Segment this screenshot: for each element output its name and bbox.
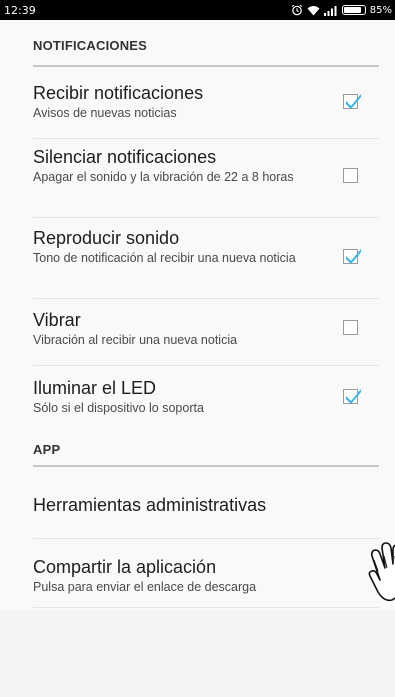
pref-title: Iluminar el LED — [33, 378, 157, 398]
checkmark-icon — [346, 94, 361, 109]
hand-pointer-icon — [368, 542, 395, 602]
battery-percent: 85% — [369, 4, 392, 16]
divider — [33, 298, 379, 299]
settings-screen: 12:39 85% NOTIFICACIONES Recibir notific… — [0, 0, 395, 697]
empty-area — [0, 610, 395, 697]
checkbox-reproducir-sonido[interactable] — [343, 249, 361, 264]
status-time: 12:39 — [4, 4, 36, 17]
checkmark-icon — [346, 389, 361, 404]
checkbox-silenciar-notificaciones[interactable] — [343, 168, 358, 183]
wifi-icon — [307, 5, 320, 15]
status-icons: 85% — [291, 2, 392, 18]
battery-icon — [341, 5, 366, 15]
pref-summary: Sólo si el dispositivo lo soporta — [33, 401, 204, 415]
pref-title: Herramientas administrativas — [33, 495, 267, 515]
pref-summary: Avisos de nuevas noticias — [33, 106, 177, 120]
section-header-app: APP — [33, 442, 379, 467]
pref-summary: Apagar el sonido y la vibración de 22 a … — [33, 170, 294, 184]
pref-summary: Pulsa para enviar el enlace de descarga — [33, 580, 257, 594]
pref-vibrar[interactable]: Vibrar Vibración al recibir una nueva no… — [33, 309, 379, 364]
pref-title: Compartir la aplicación — [33, 557, 217, 577]
checkbox-vibrar[interactable] — [343, 320, 358, 335]
pref-summary: Vibración al recibir una nueva noticia — [33, 333, 238, 347]
section-header-label: APP — [33, 442, 61, 457]
pref-title: Vibrar — [33, 310, 81, 330]
divider — [33, 217, 379, 218]
pref-summary: Tono de notificación al recibir una nuev… — [33, 251, 296, 265]
divider — [33, 365, 379, 366]
pref-title: Reproducir sonido — [33, 228, 180, 248]
divider — [33, 138, 379, 139]
pref-compartir-aplicacion[interactable]: Compartir la aplicación Pulsa para envia… — [33, 556, 379, 606]
pref-iluminar-led[interactable]: Iluminar el LED Sólo si el dispositivo l… — [33, 377, 379, 427]
pref-recibir-notificaciones[interactable]: Recibir notificaciones Avisos de nuevas … — [33, 82, 379, 137]
pref-silenciar-notificaciones[interactable]: Silenciar notificaciones Apagar el sonid… — [33, 146, 379, 216]
status-bar: 12:39 85% — [0, 0, 395, 20]
section-header-notifications: NOTIFICACIONES — [33, 38, 379, 67]
signal-icon — [323, 5, 337, 16]
pref-herramientas-administrativas[interactable]: Herramientas administrativas — [33, 494, 379, 534]
checkmark-icon — [346, 249, 361, 264]
alarm-clock-icon — [291, 4, 302, 16]
pref-reproducir-sonido[interactable]: Reproducir sonido Tono de notificación a… — [33, 227, 379, 297]
divider — [33, 607, 379, 608]
checkbox-recibir-notificaciones[interactable] — [343, 94, 361, 109]
divider — [33, 538, 379, 539]
pref-title: Recibir notificaciones — [33, 83, 204, 103]
section-header-label: NOTIFICACIONES — [33, 38, 148, 53]
battery-fill — [343, 7, 361, 13]
checkbox-iluminar-led[interactable] — [343, 389, 361, 404]
pref-title: Silenciar notificaciones — [33, 147, 217, 167]
